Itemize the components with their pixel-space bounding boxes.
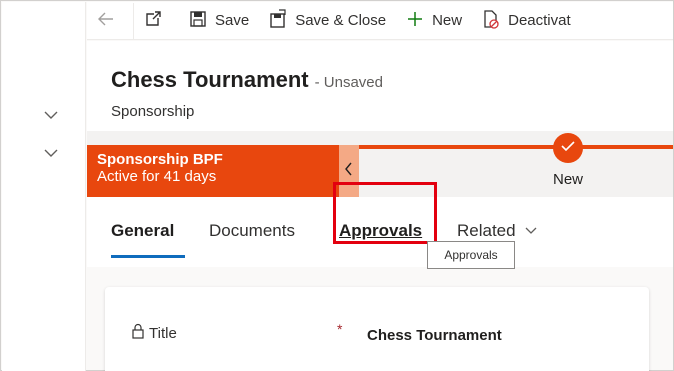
bpf-process-name: Sponsorship BPF <box>97 151 223 168</box>
title-field-label: Title <box>131 323 177 343</box>
approvals-tooltip: Approvals <box>427 241 515 269</box>
save-button[interactable]: Save <box>179 3 259 39</box>
entity-name: Sponsorship <box>111 103 195 120</box>
active-tab-indicator <box>111 255 185 258</box>
popout-icon <box>144 10 170 31</box>
tab-related[interactable]: Related <box>457 221 538 241</box>
general-section-card: Title * Chess Tournament <box>105 287 649 371</box>
back-button[interactable] <box>87 3 133 39</box>
bpf-process-panel[interactable]: Sponsorship BPF Active for 41 days <box>87 145 339 197</box>
tab-related-label: Related <box>457 221 516 240</box>
popout-button[interactable] <box>133 2 179 39</box>
deactivate-button[interactable]: Deactivat <box>472 3 581 39</box>
lock-icon <box>131 323 149 343</box>
new-button[interactable]: New <box>396 3 472 39</box>
save-close-label: Save & Close <box>295 12 387 29</box>
back-arrow-icon <box>97 11 123 31</box>
tab-documents[interactable]: Documents <box>209 221 295 241</box>
deactivate-icon <box>482 9 508 33</box>
save-label: Save <box>215 12 250 29</box>
save-and-close-button[interactable]: Save & Close <box>259 3 396 39</box>
tab-general[interactable]: General <box>111 221 174 241</box>
plus-icon <box>406 10 432 32</box>
new-label: New <box>432 12 463 29</box>
chevron-left-icon <box>344 162 354 181</box>
required-marker: * <box>337 321 343 337</box>
chevron-down-icon[interactable] <box>42 144 60 162</box>
bpf-active-duration: Active for 41 days <box>97 168 217 185</box>
approvals-highlight-box <box>333 182 437 244</box>
title-label-text: Title <box>149 324 177 342</box>
command-bar: Save Save & Close New Deactivat <box>87 2 673 40</box>
bpf-progress-track <box>359 145 673 149</box>
record-header: Chess Tournament - Unsaved Sponsorship <box>87 41 673 131</box>
checkmark-icon <box>560 139 576 157</box>
bpf-stage-label[interactable]: New <box>553 171 583 188</box>
save-icon <box>189 10 215 32</box>
chevron-down-icon[interactable] <box>42 106 60 124</box>
title-row: Chess Tournament - Unsaved <box>111 67 383 93</box>
save-close-icon <box>269 8 295 33</box>
deactivate-label: Deactivat <box>508 12 571 29</box>
page-title: Chess Tournament <box>111 67 309 92</box>
chevron-down-icon <box>516 221 538 241</box>
app-frame: Save Save & Close New Deactivat Chess To… <box>0 0 674 371</box>
bpf-stage-node[interactable] <box>553 133 583 163</box>
unsaved-status: - Unsaved <box>314 74 383 91</box>
left-nav <box>2 2 86 371</box>
title-field-value[interactable]: Chess Tournament <box>367 327 502 344</box>
